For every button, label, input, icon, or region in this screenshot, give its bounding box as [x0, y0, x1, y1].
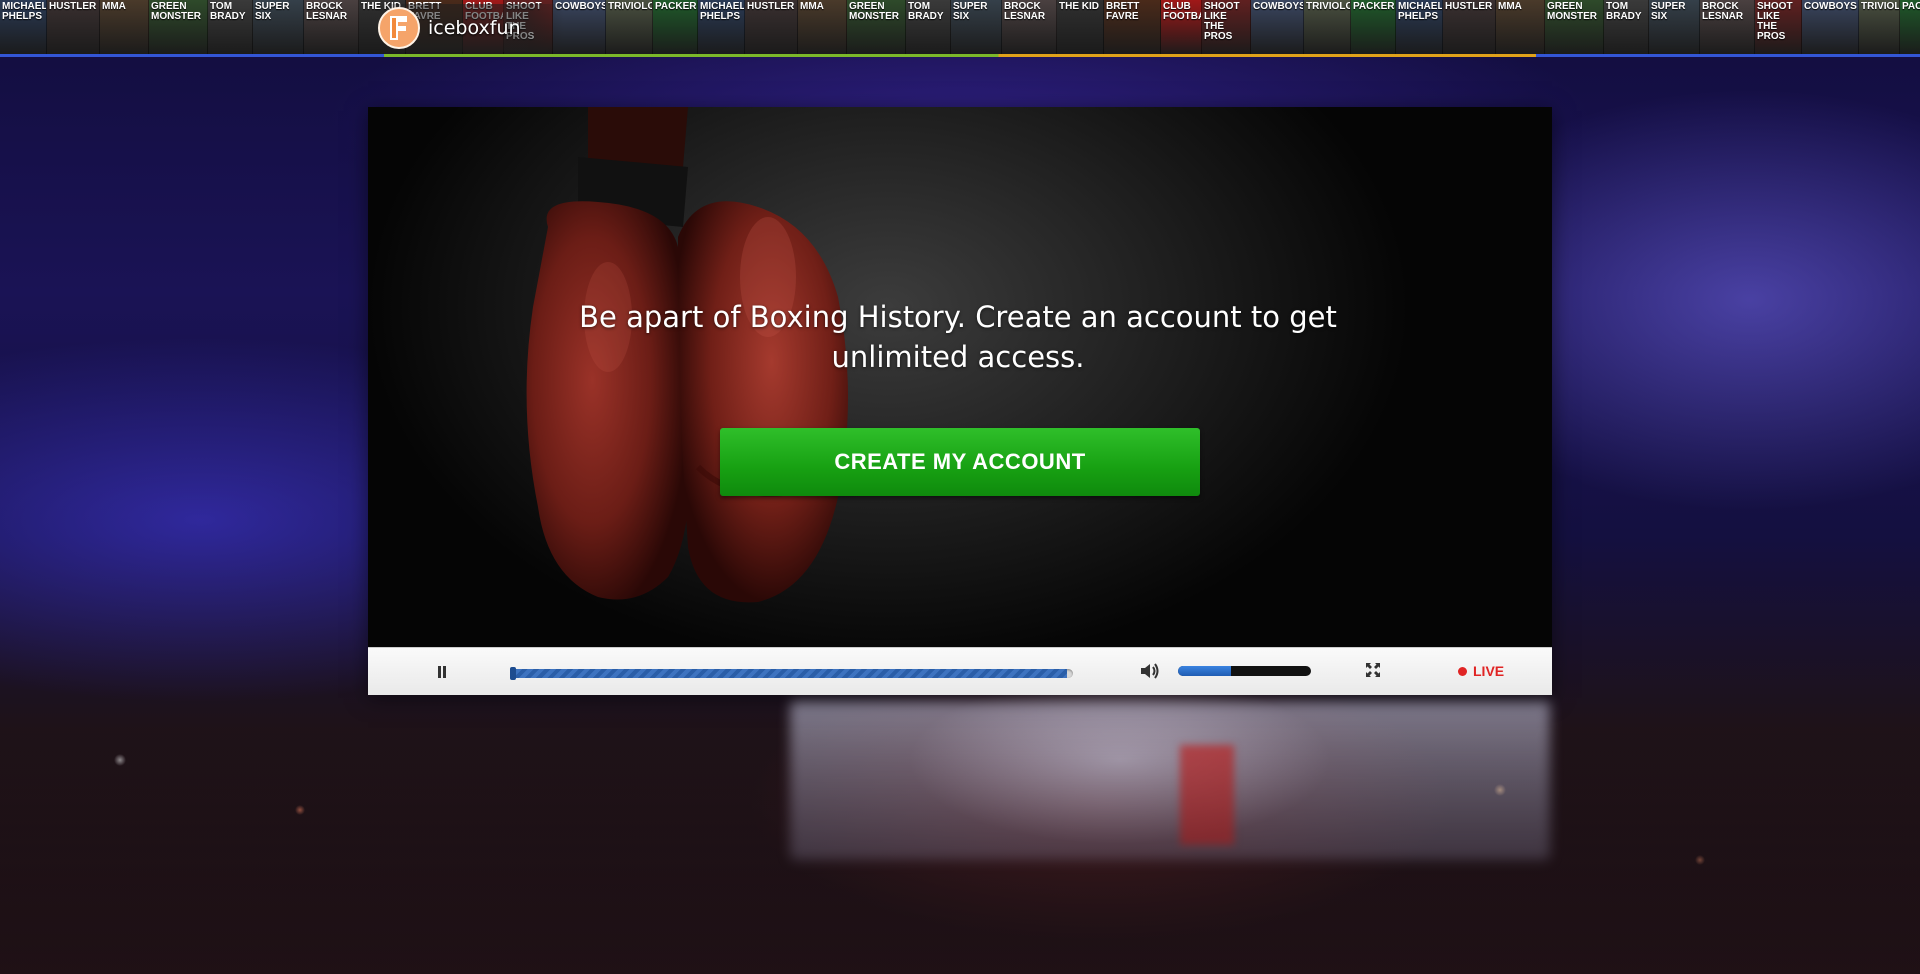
volume-slider[interactable]: [1178, 666, 1311, 676]
cover-tile: Cowboys: [1251, 0, 1304, 56]
cover-tile-title: MMA: [1498, 1, 1522, 12]
cover-tile-title: Packers: [1353, 1, 1395, 12]
cover-tile: Hustler: [745, 0, 798, 56]
cover-tile-title: Packers: [655, 1, 697, 12]
video-stage: Be apart of Boxing History. Create an ac…: [368, 107, 1552, 647]
cover-tile: Tom Brady: [906, 0, 951, 56]
cover-tile-title: Super Six: [1651, 1, 1686, 22]
progress-bar[interactable]: [511, 669, 1073, 678]
cover-tile-title: Brock Lesnar: [1004, 1, 1046, 22]
cover-tile: MMA: [1496, 0, 1545, 56]
cover-tile: Packers: [1351, 0, 1396, 56]
cover-tile-title: Brett Favre: [1106, 1, 1140, 22]
cover-tile: Michael Phelps: [0, 0, 47, 56]
cover-tile: MMA: [798, 0, 847, 56]
speaker-icon: [1141, 663, 1159, 679]
cover-tile: Triviology: [1304, 0, 1351, 56]
cover-tile-title: Packers: [1902, 1, 1920, 12]
progress-knob[interactable]: [510, 667, 516, 680]
cover-tile-title: Tom Brady: [1606, 1, 1642, 22]
pause-icon: [438, 666, 446, 678]
cover-tile: Packers: [1900, 0, 1920, 56]
cover-tile-title: Hustler: [49, 1, 97, 12]
cover-tile-title: Green Monster: [849, 1, 899, 22]
cover-tile: Green Monster: [149, 0, 208, 56]
cover-tile-title: Super Six: [953, 1, 988, 22]
cover-tile-title: Tom Brady: [908, 1, 944, 22]
brand-name: iceboxfun: [428, 17, 521, 39]
cover-tile: Super Six: [253, 0, 304, 56]
cover-tile-title: Club Football: [1163, 1, 1201, 22]
brand-logo-icon: [378, 7, 420, 49]
cover-tile-title: Brock Lesnar: [306, 1, 348, 22]
cover-tile: Brock Lesnar: [1002, 0, 1057, 56]
cover-tile-title: Tom Brady: [210, 1, 246, 22]
cover-tile-title: Cowboys: [1253, 1, 1304, 12]
cover-strip-accent: [0, 54, 1920, 57]
mute-button[interactable]: [1139, 661, 1161, 681]
cover-tile: Triviology: [606, 0, 653, 56]
fullscreen-button[interactable]: [1364, 661, 1384, 681]
cover-tile-title: Triviology: [1861, 1, 1900, 12]
cover-tile: Green Monster: [1545, 0, 1604, 56]
cover-tile-title: MMA: [102, 1, 126, 12]
cover-tile-title: Hustler: [1445, 1, 1493, 12]
cover-tile: Club Football: [1161, 0, 1202, 56]
cover-tile: Michael Phelps: [698, 0, 745, 56]
cover-tile-title: The Kid: [1059, 1, 1099, 12]
cover-tile: Brett Favre: [1104, 0, 1161, 56]
fullscreen-icon: [1366, 663, 1380, 677]
cover-tile: Brock Lesnar: [304, 0, 359, 56]
cover-tile: Super Six: [1649, 0, 1700, 56]
cover-tile: Hustler: [1443, 0, 1496, 56]
cover-tile-title: Michael Phelps: [700, 1, 745, 22]
cover-tile: Super Six: [951, 0, 1002, 56]
create-account-button[interactable]: CREATE MY ACCOUNT: [720, 428, 1200, 496]
cover-tile: Tom Brady: [208, 0, 253, 56]
cover-tile: Triviology: [1859, 0, 1900, 56]
crowd-blur: [0, 700, 1920, 974]
boxing-glove-image: [526, 107, 848, 603]
cover-tile: Tom Brady: [1604, 0, 1649, 56]
cover-tile: MMA: [100, 0, 149, 56]
cover-tile-title: Triviology: [1306, 1, 1350, 12]
cover-tile-title: Hustler: [747, 1, 795, 12]
cover-tile-title: Super Six: [255, 1, 290, 22]
cover-tile: Shoot Like the Pros: [1202, 0, 1251, 56]
cover-tile: Brock Lesnar: [1700, 0, 1755, 56]
cover-strip: Michael Phelps Hustler MMA Green Monster Tom…: [0, 0, 1920, 56]
cover-tile-title: Triviology: [608, 1, 652, 12]
player-controls: LIVE: [368, 647, 1552, 695]
cover-tile: Hustler: [47, 0, 100, 56]
cover-tile: Michael Phelps: [1396, 0, 1443, 56]
brand-link[interactable]: iceboxfun: [378, 4, 564, 52]
cover-tile-title: MMA: [800, 1, 824, 12]
cover-tile-title: Cowboys: [1804, 1, 1857, 12]
cover-tile-title: Shoot Like the Pros: [1757, 1, 1793, 42]
video-player: Be apart of Boxing History. Create an ac…: [368, 107, 1552, 695]
cover-tile-title: Green Monster: [151, 1, 201, 22]
cover-tile: Cowboys: [1802, 0, 1859, 56]
live-label: LIVE: [1473, 663, 1505, 679]
cover-tile: The Kid: [1057, 0, 1104, 56]
cover-tile: Packers: [653, 0, 698, 56]
live-indicator: LIVE: [1458, 663, 1504, 679]
cover-tile: Green Monster: [847, 0, 906, 56]
signup-headline: Be apart of Boxing History. Create an ac…: [579, 300, 1337, 374]
cover-tile-title: Green Monster: [1547, 1, 1597, 22]
live-dot-icon: [1458, 666, 1467, 676]
progress-fill: [511, 669, 1068, 678]
cover-tile-title: Michael Phelps: [2, 1, 47, 22]
volume-fill: [1178, 666, 1232, 676]
cover-tile-title: Shoot Like the Pros: [1204, 1, 1240, 42]
cover-tile: Shoot Like the Pros: [1755, 0, 1802, 56]
cover-tile-title: Brock Lesnar: [1702, 1, 1744, 22]
pause-button[interactable]: [430, 660, 454, 684]
cover-tile-title: Michael Phelps: [1398, 1, 1443, 22]
